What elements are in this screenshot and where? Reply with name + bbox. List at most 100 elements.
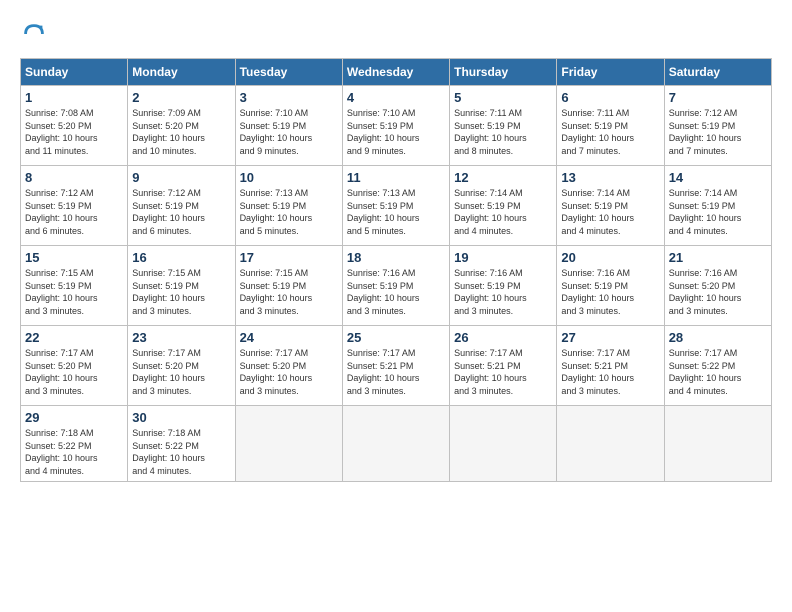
calendar-cell: 21 Sunrise: 7:16 AM Sunset: 5:20 PM Dayli… [664,246,771,326]
calendar-cell: 9 Sunrise: 7:12 AM Sunset: 5:19 PM Daylig… [128,166,235,246]
calendar-header-cell: Friday [557,59,664,86]
day-info: Sunrise: 7:17 AM Sunset: 5:21 PM Dayligh… [347,347,445,397]
day-info: Sunrise: 7:11 AM Sunset: 5:19 PM Dayligh… [454,107,552,157]
calendar-cell: 6 Sunrise: 7:11 AM Sunset: 5:19 PM Daylig… [557,86,664,166]
calendar-body: 1 Sunrise: 7:08 AM Sunset: 5:20 PM Daylig… [21,86,772,482]
day-number: 13 [561,170,659,185]
day-info: Sunrise: 7:15 AM Sunset: 5:19 PM Dayligh… [25,267,123,317]
day-number: 24 [240,330,338,345]
day-info: Sunrise: 7:17 AM Sunset: 5:20 PM Dayligh… [25,347,123,397]
day-number: 23 [132,330,230,345]
calendar-cell [450,406,557,482]
day-info: Sunrise: 7:12 AM Sunset: 5:19 PM Dayligh… [132,187,230,237]
day-number: 19 [454,250,552,265]
day-number: 17 [240,250,338,265]
calendar-header-cell: Thursday [450,59,557,86]
day-info: Sunrise: 7:12 AM Sunset: 5:19 PM Dayligh… [25,187,123,237]
day-info: Sunrise: 7:16 AM Sunset: 5:19 PM Dayligh… [561,267,659,317]
calendar-cell [557,406,664,482]
day-info: Sunrise: 7:12 AM Sunset: 5:19 PM Dayligh… [669,107,767,157]
day-info: Sunrise: 7:17 AM Sunset: 5:20 PM Dayligh… [240,347,338,397]
calendar-cell: 8 Sunrise: 7:12 AM Sunset: 5:19 PM Daylig… [21,166,128,246]
day-info: Sunrise: 7:08 AM Sunset: 5:20 PM Dayligh… [25,107,123,157]
calendar-cell: 22 Sunrise: 7:17 AM Sunset: 5:20 PM Dayli… [21,326,128,406]
day-info: Sunrise: 7:09 AM Sunset: 5:20 PM Dayligh… [132,107,230,157]
calendar-row: 1 Sunrise: 7:08 AM Sunset: 5:20 PM Daylig… [21,86,772,166]
day-number: 21 [669,250,767,265]
day-info: Sunrise: 7:14 AM Sunset: 5:19 PM Dayligh… [454,187,552,237]
day-info: Sunrise: 7:17 AM Sunset: 5:21 PM Dayligh… [454,347,552,397]
calendar-cell: 29Sunrise: 7:18 AM Sunset: 5:22 PM Dayli… [21,406,128,482]
calendar-header-cell: Tuesday [235,59,342,86]
calendar-header-cell: Saturday [664,59,771,86]
calendar-cell [235,406,342,482]
calendar-cell [664,406,771,482]
day-info: Sunrise: 7:14 AM Sunset: 5:19 PM Dayligh… [561,187,659,237]
day-number: 27 [561,330,659,345]
calendar-cell: 18 Sunrise: 7:16 AM Sunset: 5:19 PM Dayli… [342,246,449,326]
day-info: Sunrise: 7:13 AM Sunset: 5:19 PM Dayligh… [347,187,445,237]
calendar-row: 22 Sunrise: 7:17 AM Sunset: 5:20 PM Dayli… [21,326,772,406]
calendar-cell: 13 Sunrise: 7:14 AM Sunset: 5:19 PM Dayli… [557,166,664,246]
calendar-cell: 17 Sunrise: 7:15 AM Sunset: 5:19 PM Dayli… [235,246,342,326]
calendar-cell: 2 Sunrise: 7:09 AM Sunset: 5:20 PM Daylig… [128,86,235,166]
calendar-cell: 14 Sunrise: 7:14 AM Sunset: 5:19 PM Dayli… [664,166,771,246]
day-info: Sunrise: 7:16 AM Sunset: 5:20 PM Dayligh… [669,267,767,317]
day-number: 11 [347,170,445,185]
day-number: 10 [240,170,338,185]
calendar-cell: 4 Sunrise: 7:10 AM Sunset: 5:19 PM Daylig… [342,86,449,166]
day-info: Sunrise: 7:14 AM Sunset: 5:19 PM Dayligh… [669,187,767,237]
day-number: 9 [132,170,230,185]
day-number: 28 [669,330,767,345]
day-number: 8 [25,170,123,185]
calendar-cell: 24 Sunrise: 7:17 AM Sunset: 5:20 PM Dayli… [235,326,342,406]
logo [20,20,52,48]
day-number: 12 [454,170,552,185]
day-number: 6 [561,90,659,105]
calendar-cell: 30 Sunrise: 7:18 AM Sunset: 5:22 PM Dayli… [128,406,235,482]
calendar-cell: 11 Sunrise: 7:13 AM Sunset: 5:19 PM Dayli… [342,166,449,246]
day-number: 20 [561,250,659,265]
logo-icon [20,20,48,48]
day-info: Sunrise: 7:15 AM Sunset: 5:19 PM Dayligh… [240,267,338,317]
day-info: Sunrise: 7:16 AM Sunset: 5:19 PM Dayligh… [347,267,445,317]
day-info: Sunrise: 7:11 AM Sunset: 5:19 PM Dayligh… [561,107,659,157]
calendar-cell: 15 Sunrise: 7:15 AM Sunset: 5:19 PM Dayli… [21,246,128,326]
calendar-cell: 3Sunrise: 7:10 AM Sunset: 5:19 PM Daylig… [235,86,342,166]
day-number: 26 [454,330,552,345]
day-number: 18 [347,250,445,265]
calendar-row: 29Sunrise: 7:18 AM Sunset: 5:22 PM Dayli… [21,406,772,482]
calendar-cell [342,406,449,482]
day-info: Sunrise: 7:10 AM Sunset: 5:19 PM Dayligh… [347,107,445,157]
day-number: 5 [454,90,552,105]
calendar-header-cell: Monday [128,59,235,86]
day-info: Sunrise: 7:15 AM Sunset: 5:19 PM Dayligh… [132,267,230,317]
day-number: 30 [132,410,230,425]
calendar-header: SundayMondayTuesdayWednesdayThursdayFrid… [21,59,772,86]
calendar-cell: 25Sunrise: 7:17 AM Sunset: 5:21 PM Dayli… [342,326,449,406]
day-info: Sunrise: 7:18 AM Sunset: 5:22 PM Dayligh… [25,427,123,477]
calendar-cell: 5 Sunrise: 7:11 AM Sunset: 5:19 PM Daylig… [450,86,557,166]
day-info: Sunrise: 7:13 AM Sunset: 5:19 PM Dayligh… [240,187,338,237]
day-info: Sunrise: 7:18 AM Sunset: 5:22 PM Dayligh… [132,427,230,477]
calendar-cell: 28 Sunrise: 7:17 AM Sunset: 5:22 PM Dayli… [664,326,771,406]
calendar-cell: 23 Sunrise: 7:17 AM Sunset: 5:20 PM Dayli… [128,326,235,406]
day-number: 7 [669,90,767,105]
day-number: 22 [25,330,123,345]
calendar-cell: 7 Sunrise: 7:12 AM Sunset: 5:19 PM Daylig… [664,86,771,166]
calendar-cell: 26 Sunrise: 7:17 AM Sunset: 5:21 PM Dayli… [450,326,557,406]
day-number: 1 [25,90,123,105]
calendar-cell: 10 Sunrise: 7:13 AM Sunset: 5:19 PM Dayli… [235,166,342,246]
calendar-cell: 16 Sunrise: 7:15 AM Sunset: 5:19 PM Dayli… [128,246,235,326]
calendar-row: 15 Sunrise: 7:15 AM Sunset: 5:19 PM Dayli… [21,246,772,326]
day-number: 4 [347,90,445,105]
calendar: SundayMondayTuesdayWednesdayThursdayFrid… [20,58,772,482]
calendar-header-cell: Sunday [21,59,128,86]
day-number: 2 [132,90,230,105]
day-info: Sunrise: 7:17 AM Sunset: 5:20 PM Dayligh… [132,347,230,397]
day-info: Sunrise: 7:16 AM Sunset: 5:19 PM Dayligh… [454,267,552,317]
day-number: 15 [25,250,123,265]
day-info: Sunrise: 7:17 AM Sunset: 5:22 PM Dayligh… [669,347,767,397]
day-number: 14 [669,170,767,185]
day-number: 16 [132,250,230,265]
